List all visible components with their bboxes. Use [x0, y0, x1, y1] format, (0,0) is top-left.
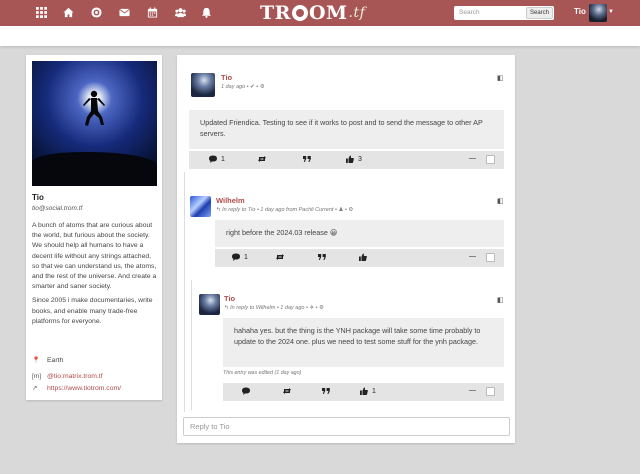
bell-icon[interactable]	[200, 6, 212, 18]
like-button[interactable]: 1	[360, 387, 376, 395]
thumbs-up-icon	[359, 253, 367, 261]
post-content: hahaha yes. but the thing is the YNH pac…	[223, 318, 504, 367]
logo-text-right: OM	[308, 2, 348, 24]
user-avatar[interactable]	[589, 4, 607, 22]
profile-location-text: Earth	[47, 356, 64, 364]
network-source-icon: ◧	[497, 297, 504, 304]
mail-icon[interactable]	[118, 6, 130, 18]
reply-input[interactable]: Reply to Tio	[183, 417, 510, 436]
secondary-bar	[0, 26, 640, 46]
select-checkbox[interactable]	[486, 387, 495, 396]
network-source-icon: ◧	[497, 198, 504, 205]
quote-button[interactable]	[318, 253, 326, 261]
post-avatar[interactable]	[199, 294, 220, 315]
retweet-icon	[276, 254, 284, 260]
comment-icon	[209, 155, 217, 163]
user-menu-name[interactable]: Tio	[574, 7, 586, 16]
like-count: 3	[358, 155, 362, 163]
profile-bio-paragraph: Since 2005 i make documentaries, write b…	[32, 297, 153, 325]
contacts-icon[interactable]	[174, 6, 186, 18]
comment-icon	[232, 253, 240, 261]
calendar-icon[interactable]	[146, 6, 158, 18]
select-checkbox[interactable]	[486, 155, 495, 164]
select-checkbox[interactable]	[486, 253, 495, 262]
post-author[interactable]: Wilhelm	[216, 196, 245, 205]
profile-bio: A bunch of atoms that are curious about …	[32, 221, 160, 331]
thread-line-nested	[191, 280, 192, 410]
profile-handle: tio@social.trom.tf	[32, 205, 83, 212]
comment-count: 1	[221, 155, 225, 163]
like-count: 1	[372, 387, 376, 395]
quote-button[interactable]	[322, 387, 330, 395]
profile-location: 📍 Earth	[32, 356, 64, 365]
quote-icon	[322, 388, 330, 394]
retweet-icon	[283, 388, 291, 394]
jumping-person-silhouette	[83, 90, 105, 126]
post-author[interactable]: Tio	[221, 73, 232, 82]
quote-icon	[318, 254, 326, 260]
more-menu[interactable]: —	[469, 155, 476, 162]
comment-button[interactable]	[242, 387, 254, 395]
share-button[interactable]	[283, 387, 291, 395]
like-button[interactable]: 3	[346, 155, 362, 163]
map-pin-icon: 📍	[32, 357, 41, 364]
more-menu[interactable]: —	[469, 387, 476, 394]
profile-matrix[interactable]: [m] @tio:matrix.trom.tf	[32, 373, 103, 380]
site-logo[interactable]: TR OM .tf	[260, 2, 365, 24]
post-meta: ↰ In reply to Tio • 1 day ago from Pachl…	[216, 207, 353, 213]
search-button[interactable]: Search	[526, 7, 553, 19]
post-actions: 1 3 —	[189, 151, 504, 169]
more-menu[interactable]: —	[469, 253, 476, 260]
post-meta-text: In reply to Tio • 1 day ago from Pachli …	[222, 207, 354, 213]
post-avatar[interactable]	[190, 196, 211, 217]
profile-website[interactable]: ↗ https://www.tiotrom.com/	[32, 384, 121, 393]
apps-icon[interactable]	[35, 6, 47, 18]
post-meta: 1 day ago • ✔ • ⚙	[221, 84, 265, 90]
like-button[interactable]	[359, 253, 371, 261]
network-icon[interactable]	[90, 6, 102, 18]
post-actions: 1 —	[215, 249, 504, 267]
post-author[interactable]: Tio	[224, 294, 235, 303]
edited-note: This entry was edited (1 day ago)	[223, 370, 302, 376]
post-avatar[interactable]	[191, 73, 215, 97]
post-meta: ↰ In reply to Wilhelm • 1 day ago • ✈ • …	[224, 305, 324, 311]
network-source-icon: ◧	[497, 75, 504, 82]
photo-horizon	[32, 152, 157, 186]
comment-button[interactable]: 1	[232, 253, 248, 261]
comment-button[interactable]: 1	[209, 155, 225, 163]
quote-icon	[303, 156, 311, 162]
post-content: Updated Friendica. Testing to see if it …	[189, 110, 504, 149]
retweet-icon	[258, 156, 266, 162]
thread-line	[184, 172, 185, 412]
logo-face-icon	[291, 5, 308, 21]
logo-text-left: TR	[260, 2, 291, 24]
thumbs-up-icon	[346, 155, 354, 163]
post-actions: 1 —	[223, 383, 504, 401]
profile-website-link[interactable]: https://www.tiotrom.com/	[47, 385, 121, 392]
caret-down-icon[interactable]: ▼	[608, 9, 614, 15]
profile-name: Tio	[32, 193, 44, 202]
thumbs-up-icon	[360, 387, 368, 395]
top-navbar: TR OM .tf Search Search Tio ▼	[0, 0, 640, 26]
profile-matrix-link[interactable]: @tio:matrix.trom.tf	[47, 373, 103, 380]
comment-icon	[242, 387, 250, 395]
post-meta-text: In reply to Wilhelm • 1 day ago • ✈ • ⚙	[230, 305, 324, 311]
post-content: right before the 2024.03 release 😀	[215, 220, 504, 247]
external-link-icon: ↗	[32, 385, 38, 392]
quote-button[interactable]	[303, 155, 311, 163]
comment-count: 1	[244, 253, 248, 261]
logo-tld: .tf	[348, 5, 366, 21]
profile-bio-paragraph: A bunch of atoms that are curious about …	[32, 222, 157, 291]
profile-photo[interactable]	[32, 61, 157, 186]
share-button[interactable]	[258, 155, 266, 163]
home-icon[interactable]	[62, 6, 74, 18]
matrix-icon: [m]	[32, 373, 42, 380]
share-button[interactable]	[276, 253, 284, 261]
